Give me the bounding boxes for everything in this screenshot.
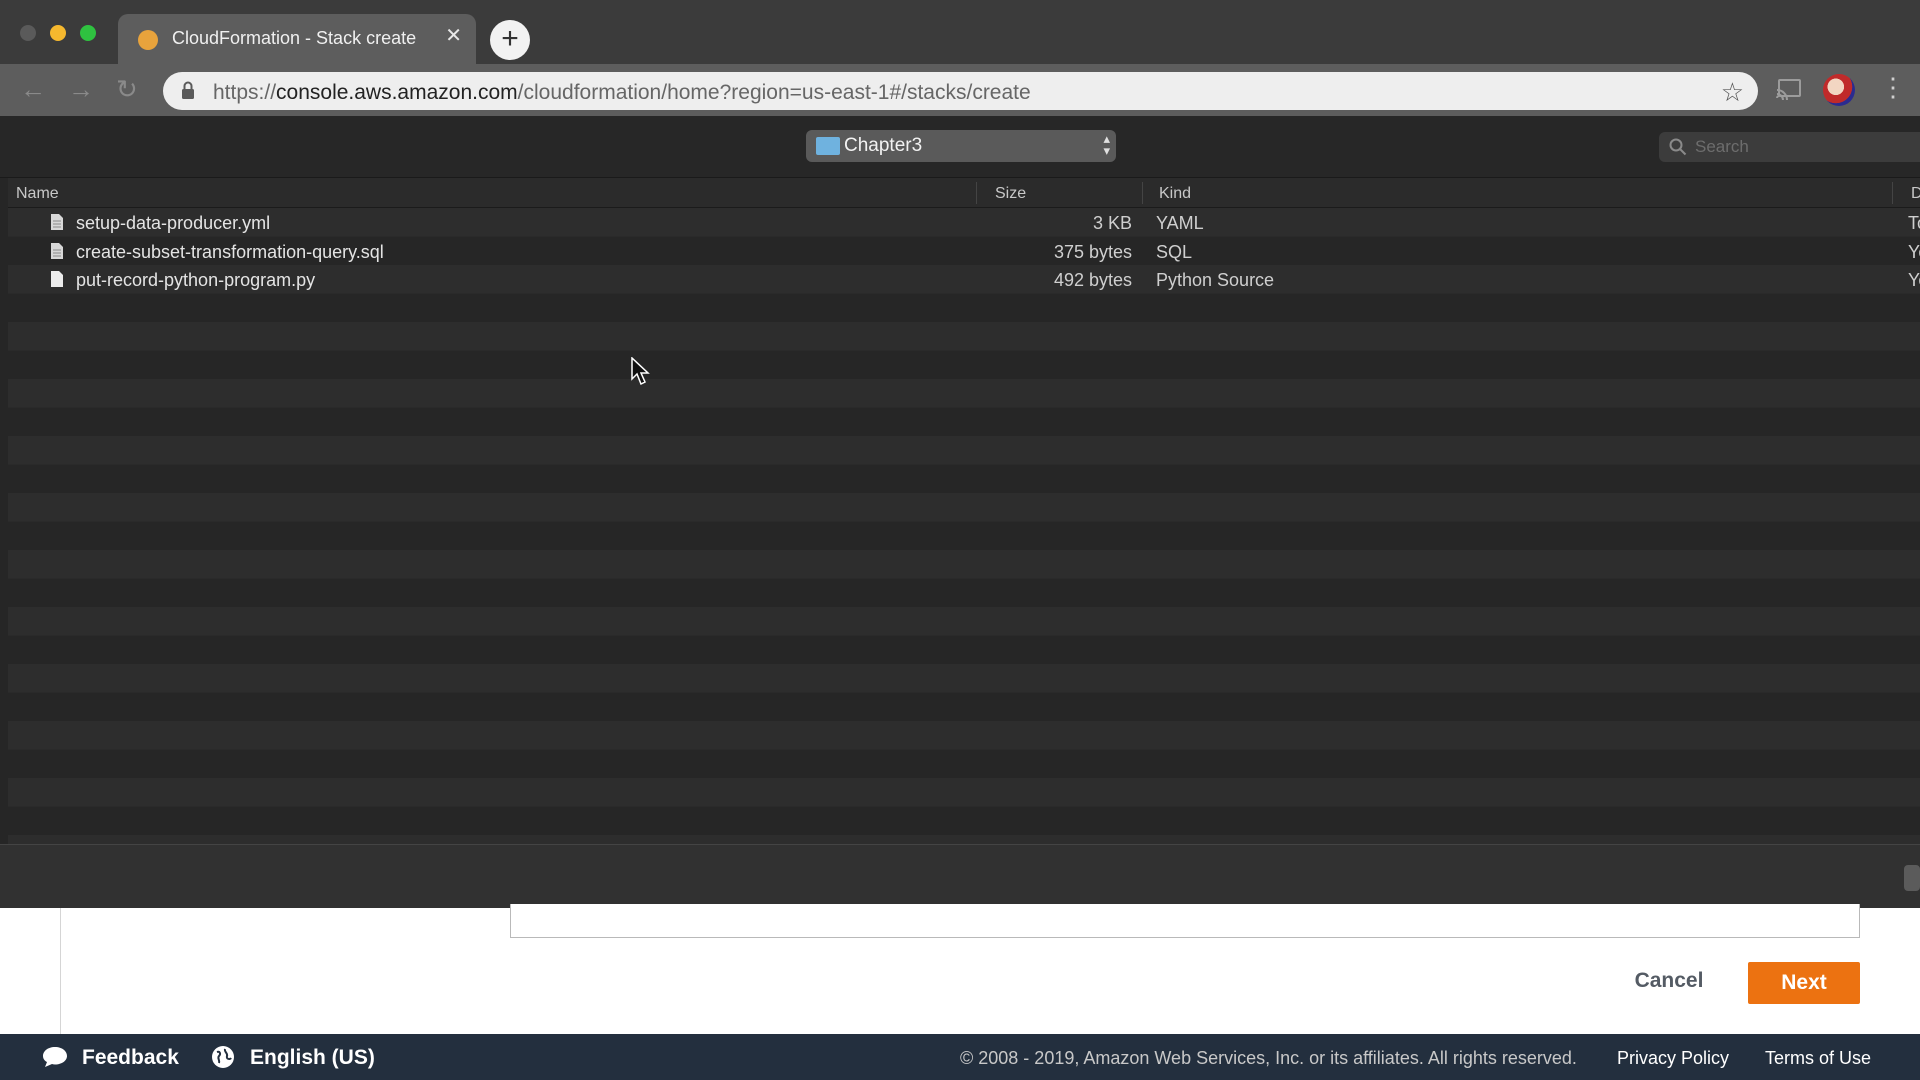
mouse-cursor-icon <box>631 357 650 386</box>
column-date[interactable]: D <box>1911 185 1920 203</box>
search-input[interactable] <box>1695 136 1915 158</box>
folder-icon <box>816 137 840 155</box>
window-maximize-button[interactable] <box>80 25 96 41</box>
dialog-bottom-bar <box>0 844 1920 908</box>
next-button[interactable]: Next <box>1748 962 1860 1004</box>
window-minimize-button[interactable] <box>50 25 66 41</box>
file-name: put-record-python-program.py <box>76 270 316 290</box>
file-name: create-subset-transformation-query.sql <box>76 241 384 262</box>
file-row[interactable]: create-subset-transformation-query.sql 3… <box>8 237 1920 266</box>
browser-toolbar: ← → ↻ https://console.aws.amazon.com/clo… <box>0 64 1920 116</box>
column-size[interactable]: Size <box>995 185 1026 203</box>
column-name[interactable]: Name <box>16 185 59 203</box>
column-divider[interactable] <box>1142 182 1143 204</box>
aws-page-content: Cancel Next <box>0 904 1920 1034</box>
search-box[interactable] <box>1659 132 1920 162</box>
up-down-chevron-icon: ▴ ▾ <box>1103 131 1110 158</box>
lock-icon <box>182 81 194 99</box>
folder-select[interactable]: Chapter3 ▴ ▾ <box>806 130 1116 162</box>
back-arrow-icon[interactable]: ← <box>20 76 46 102</box>
copyright-text: © 2008 - 2019, Amazon Web Services, Inc.… <box>960 1048 1577 1068</box>
address-bar[interactable]: https://console.aws.amazon.com/cloudform… <box>163 72 1758 110</box>
language-selector[interactable]: English (US) <box>250 1046 375 1070</box>
document-icon <box>51 242 63 259</box>
column-header-row: Name Size Kind D <box>8 178 1920 208</box>
folder-name: Chapter3 <box>844 135 923 156</box>
file-date: Ye <box>1908 270 1920 290</box>
browser-tabstrip: CloudFormation - Stack create ✕ + <box>0 0 1920 64</box>
window-close-button[interactable] <box>20 25 36 41</box>
column-divider[interactable] <box>976 182 977 204</box>
file-size: 375 bytes <box>1053 241 1132 262</box>
file-kind: Python Source <box>1156 270 1275 290</box>
file-size: 3 KB <box>1092 213 1132 233</box>
document-icon <box>51 271 63 287</box>
url-text: https://console.aws.amazon.com/cloudform… <box>213 81 1031 104</box>
globe-icon[interactable] <box>211 1045 235 1069</box>
file-row[interactable]: put-record-python-program.py 492 bytes P… <box>8 265 1920 294</box>
file-kind: SQL <box>1156 241 1193 262</box>
file-name: setup-data-producer.yml <box>76 213 271 233</box>
file-kind: YAML <box>1156 213 1204 233</box>
feedback-bubble-icon[interactable] <box>42 1046 68 1068</box>
browser-menu-icon[interactable]: ⋮ <box>1880 74 1906 100</box>
cancel-button[interactable]: Cancel <box>1616 962 1722 1000</box>
tab-close-icon[interactable]: ✕ <box>445 26 462 46</box>
page-divider <box>60 908 61 1034</box>
dialog-scroll-handle[interactable] <box>1904 865 1920 891</box>
file-date: To <box>1908 213 1920 233</box>
browser-tab[interactable]: CloudFormation - Stack create ✕ <box>118 14 476 64</box>
privacy-policy-link[interactable]: Privacy Policy <box>1617 1048 1729 1069</box>
file-date: Ye <box>1908 241 1920 262</box>
console-footer: Feedback English (US) © 2008 - 2019, Ama… <box>0 1034 1920 1080</box>
file-size: 492 bytes <box>1053 270 1132 290</box>
dialog-toolbar: Chapter3 ▴ ▾ <box>0 116 1920 178</box>
file-open-dialog: Chapter3 ▴▾ Name Size Kind D setup-data-… <box>0 116 1920 908</box>
file-list: setup-data-producer.yml 3 KB YAML To cre… <box>8 208 1920 844</box>
profile-avatar[interactable] <box>1823 74 1855 106</box>
feedback-link[interactable]: Feedback <box>82 1046 179 1070</box>
column-divider[interactable] <box>1892 182 1893 204</box>
aws-favicon-icon <box>138 30 158 50</box>
new-tab-button[interactable]: + <box>490 20 530 60</box>
cast-icon[interactable] <box>1776 78 1802 100</box>
search-icon <box>1669 138 1687 156</box>
bookmark-star-icon[interactable]: ☆ <box>1721 77 1744 108</box>
terms-of-use-link[interactable]: Terms of Use <box>1765 1048 1871 1069</box>
file-row[interactable]: setup-data-producer.yml 3 KB YAML To <box>8 208 1920 237</box>
reload-icon[interactable]: ↻ <box>116 76 138 102</box>
template-upload-box <box>510 904 1860 938</box>
tab-title: CloudFormation - Stack create <box>172 28 417 48</box>
forward-arrow-icon[interactable]: → <box>68 76 94 102</box>
column-kind[interactable]: Kind <box>1159 185 1191 203</box>
document-icon <box>51 214 63 230</box>
